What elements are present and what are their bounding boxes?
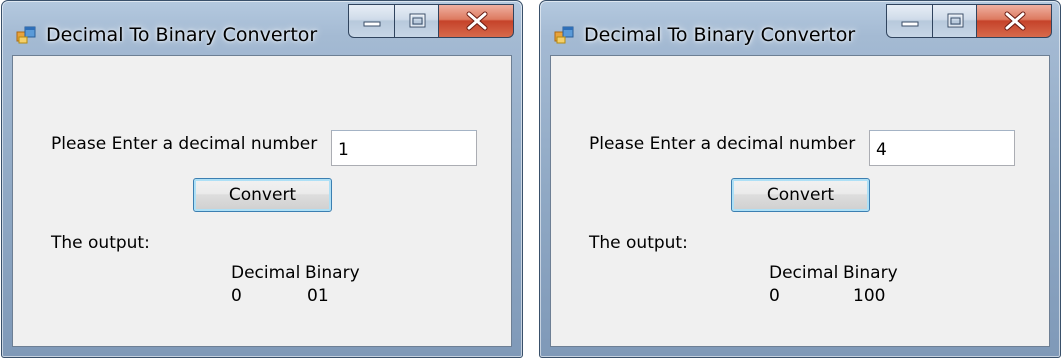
decimal-column-header: Decimal	[231, 263, 301, 283]
close-button[interactable]	[976, 4, 1052, 38]
close-button[interactable]	[438, 4, 514, 38]
decimal-output-value: 0	[769, 286, 780, 306]
convert-button[interactable]: Convert	[193, 178, 332, 212]
convert-button[interactable]: Convert	[731, 178, 870, 212]
converter-window-left: Decimal To Binary Convertor Please Enter…	[1, 0, 523, 358]
converter-window-right: Decimal To Binary Convertor Please Enter…	[539, 0, 1061, 358]
minimize-button[interactable]	[348, 4, 395, 38]
decimal-number-input[interactable]	[869, 130, 1015, 166]
maximize-icon	[947, 13, 964, 28]
decimal-column-header: Decimal	[769, 263, 839, 283]
binary-column-header: Binary	[843, 263, 898, 283]
form-client-area: Please Enter a decimal number Convert Th…	[12, 55, 512, 347]
decimal-prompt-label: Please Enter a decimal number	[51, 134, 318, 154]
window-title: Decimal To Binary Convertor	[46, 24, 318, 46]
decimal-prompt-label: Please Enter a decimal number	[589, 134, 856, 154]
binary-output-value: 01	[307, 286, 329, 306]
minimize-button[interactable]	[886, 4, 933, 38]
output-label: The output:	[589, 233, 688, 253]
decimal-number-input[interactable]	[331, 130, 477, 166]
app-form-icon[interactable]	[16, 25, 36, 45]
minimize-icon	[901, 21, 919, 27]
maximize-button[interactable]	[394, 4, 439, 38]
title-bar[interactable]: Decimal To Binary Convertor	[2, 1, 522, 53]
title-bar[interactable]: Decimal To Binary Convertor	[540, 1, 1060, 53]
minimize-icon	[363, 21, 381, 27]
close-icon	[1004, 11, 1026, 31]
app-form-icon[interactable]	[554, 25, 574, 45]
binary-column-header: Binary	[305, 263, 360, 283]
maximize-icon	[409, 13, 426, 28]
binary-output-value: 100	[853, 286, 886, 306]
form-client-area: Please Enter a decimal number Convert Th…	[550, 55, 1050, 347]
decimal-output-value: 0	[231, 286, 242, 306]
window-title: Decimal To Binary Convertor	[584, 24, 856, 46]
close-icon	[466, 11, 488, 31]
maximize-button[interactable]	[932, 4, 977, 38]
output-label: The output:	[51, 233, 150, 253]
